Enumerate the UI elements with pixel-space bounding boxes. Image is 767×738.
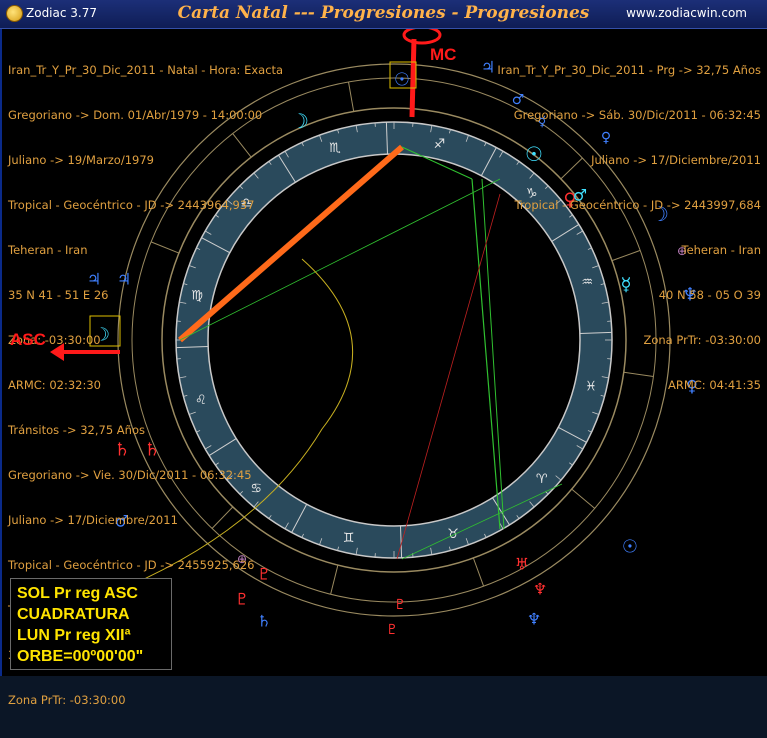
info-line: Juliano -> 17/Diciembre/2011 — [8, 513, 283, 528]
info-line: ARMC: 02:32:30 — [8, 378, 283, 393]
zodiac-sign-glyph: ♏ — [329, 141, 341, 156]
moon-glyph: ☽ — [291, 109, 309, 133]
info-line: ARMC: 04:41:35 — [497, 378, 761, 393]
info-line: Tránsitos -> 32,75 Años — [8, 423, 283, 438]
info-line: 40 N 58 - 05 O 39 — [497, 288, 761, 303]
uranus-glyph: ♅ — [515, 555, 529, 574]
zodiac-window: Zodiac 3.77 Carta Natal --- Progresiones… — [0, 0, 767, 676]
info-line: Iran_Tr_Y_Pr_30_Dic_2011 - Prg -> 32,75 … — [497, 63, 761, 78]
jupiter-glyph: ♃ — [481, 58, 495, 77]
asc-label: ASC — [10, 330, 46, 350]
chart-canvas[interactable]: ♍♎♏♐♑♒♓♈♉♊♋♌☽☉♃☽☉♂☿♀☽⊕☿♆♀♃♃♄♄♂♀♂♅♆☉♇♇⊕♄♇… — [0, 29, 767, 676]
mc-marker-oval — [404, 29, 440, 43]
info-line: Zona PrTr: -03:30:00 — [8, 693, 283, 708]
info-line: Teheran - Iran — [497, 243, 761, 258]
aspect-line: LUN Pr reg XIIª — [17, 625, 165, 646]
neptune-glyph: ♆ — [527, 610, 541, 629]
aspect-line: ORBE=00º00'00" — [17, 646, 165, 667]
sun-glyph: ☉ — [622, 536, 638, 557]
info-line: Tropical - Geocéntrico - JD -> 2455925,6… — [8, 558, 283, 573]
pluto-glyph: ♇ — [386, 622, 399, 638]
aspect-line: CUADRATURA — [17, 604, 165, 625]
house-cusp — [349, 82, 354, 112]
sun-glyph: ☉ — [394, 69, 410, 90]
title-bar: Zodiac 3.77 Carta Natal --- Progresiones… — [0, 0, 767, 29]
info-line: Zona PrTr: -03:30:00 — [497, 333, 761, 348]
zodiac-sign-glyph: ♐ — [434, 137, 446, 152]
info-line: Gregoriano -> Sáb. 30/Dic/2011 - 06:32:4… — [497, 108, 761, 123]
house-cusp — [473, 558, 483, 586]
info-line: Iran_Tr_Y_Pr_30_Dic_2011 - Natal - Hora:… — [8, 63, 283, 78]
mc-label: MC — [430, 45, 456, 65]
house-cusp — [331, 565, 338, 594]
info-line: Juliano -> 19/Marzo/1979 — [8, 153, 283, 168]
zodiac-sign-glyph: ♈ — [536, 472, 548, 487]
pluto-glyph: ♇ — [394, 597, 407, 613]
neptune-glyph: ♆ — [533, 580, 547, 599]
info-line: Tropical - Geocéntrico - JD -> 2443997,6… — [497, 198, 761, 213]
info-line: 35 N 41 - 51 E 26 — [8, 288, 283, 303]
info-line: Zona: -03:30:00 — [8, 333, 283, 348]
aspect-line: SOL Pr reg ASC — [17, 583, 165, 604]
info-line: Teheran - Iran — [8, 243, 283, 258]
progression-info-panel: Iran_Tr_Y_Pr_30_Dic_2011 - Prg -> 32,75 … — [497, 33, 761, 423]
mc-marker-line — [412, 39, 414, 117]
info-line: Gregoriano -> Dom. 01/Abr/1979 - 14:00:0… — [8, 108, 283, 123]
aspect-info-box[interactable]: SOL Pr reg ASC CUADRATURA LUN Pr reg XII… — [10, 578, 172, 670]
zodiac-sign-glyph: ♊ — [343, 531, 355, 546]
info-line: Gregoriano -> Vie. 30/Dic/2011 - 06:32:4… — [8, 468, 283, 483]
info-line: Juliano -> 17/Diciembre/2011 — [497, 153, 761, 168]
website-link[interactable]: www.zodiacwin.com — [626, 6, 747, 20]
info-line: Tropical - Geocéntrico - JD -> 2443964,9… — [8, 198, 283, 213]
house-cusp — [572, 489, 595, 508]
